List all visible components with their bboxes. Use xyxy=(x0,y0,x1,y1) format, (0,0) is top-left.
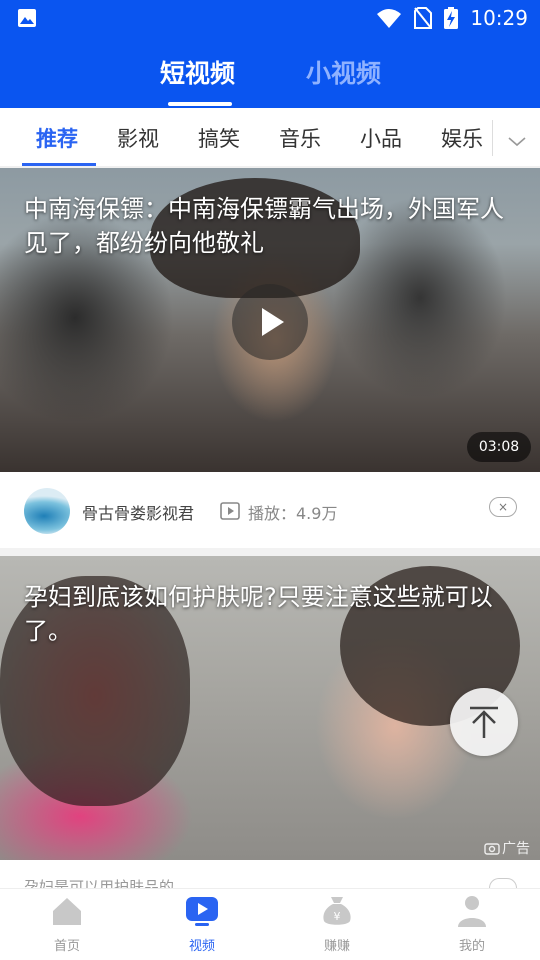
play-button[interactable] xyxy=(232,284,308,360)
tab-indicator xyxy=(168,102,232,106)
author-name[interactable]: 骨古骨娄影视君 xyxy=(82,500,194,524)
tab-short-video[interactable]: 短视频 xyxy=(160,54,235,90)
nav-home-label: 首页 xyxy=(53,939,80,954)
play-icon xyxy=(262,308,284,336)
app-header: 10:29 短视频 小视频 xyxy=(0,0,540,108)
nav-video[interactable]: 视频 xyxy=(157,889,247,960)
battery-charging-icon xyxy=(444,7,459,29)
category-funny[interactable]: 搞笑 xyxy=(198,123,240,153)
ad-badge: 广告 xyxy=(484,838,530,858)
category-bar: 推荐 影视 搞笑 音乐 小品 娱乐 xyxy=(0,108,540,168)
video-meta-row: 骨古骨娄影视君 播放：4.9万 × xyxy=(0,472,540,548)
profile-icon xyxy=(458,896,486,927)
bottom-nav: 首页 视频 ¥ 赚赚 我的 xyxy=(0,888,540,960)
status-time: 10:29 xyxy=(470,6,528,30)
status-bar: 10:29 xyxy=(0,0,540,36)
tab-mini-video[interactable]: 小视频 xyxy=(306,54,381,90)
svg-text:¥: ¥ xyxy=(334,910,341,923)
ad-label: 广告 xyxy=(502,841,530,857)
category-sketch[interactable]: 小品 xyxy=(360,123,402,153)
image-icon xyxy=(18,9,36,27)
no-sim-icon xyxy=(414,7,433,29)
wifi-icon xyxy=(377,9,402,28)
nav-earn-label: 赚赚 xyxy=(323,939,350,954)
ad-title[interactable]: 孕妇到底该如何护肤呢?只要注意这些就可以了。 xyxy=(24,580,516,648)
video-duration: 03:08 xyxy=(467,432,531,462)
avatar[interactable] xyxy=(24,488,70,534)
video-title[interactable]: 中南海保镖：中南海保镖霸气出场，外国军人见了，都纷纷向他敬礼 xyxy=(24,192,516,260)
nav-video-label: 视频 xyxy=(188,939,215,954)
chevron-down-icon[interactable] xyxy=(506,130,528,152)
home-icon xyxy=(53,898,81,925)
main-tabs: 短视频 小视频 xyxy=(0,48,540,108)
nav-earn[interactable]: ¥ 赚赚 xyxy=(292,889,382,960)
play-count: 播放：4.9万 xyxy=(248,504,338,523)
category-recommend[interactable]: 推荐 xyxy=(36,123,78,153)
arrow-up-icon xyxy=(470,706,498,738)
category-film[interactable]: 影视 xyxy=(117,123,159,153)
nav-home[interactable]: 首页 xyxy=(22,889,112,960)
dismiss-button[interactable]: × xyxy=(489,497,517,517)
nav-profile-label: 我的 xyxy=(458,939,485,954)
feed-divider xyxy=(0,548,540,556)
category-divider xyxy=(492,120,493,156)
category-entertainment[interactable]: 娱乐 xyxy=(441,123,483,153)
money-bag-icon: ¥ xyxy=(323,897,351,925)
ad-camera-icon xyxy=(484,843,500,855)
play-count-icon xyxy=(220,502,240,520)
video-icon xyxy=(186,897,218,926)
category-music[interactable]: 音乐 xyxy=(279,123,321,153)
back-to-top-button[interactable] xyxy=(450,688,518,756)
nav-profile[interactable]: 我的 xyxy=(427,889,517,960)
